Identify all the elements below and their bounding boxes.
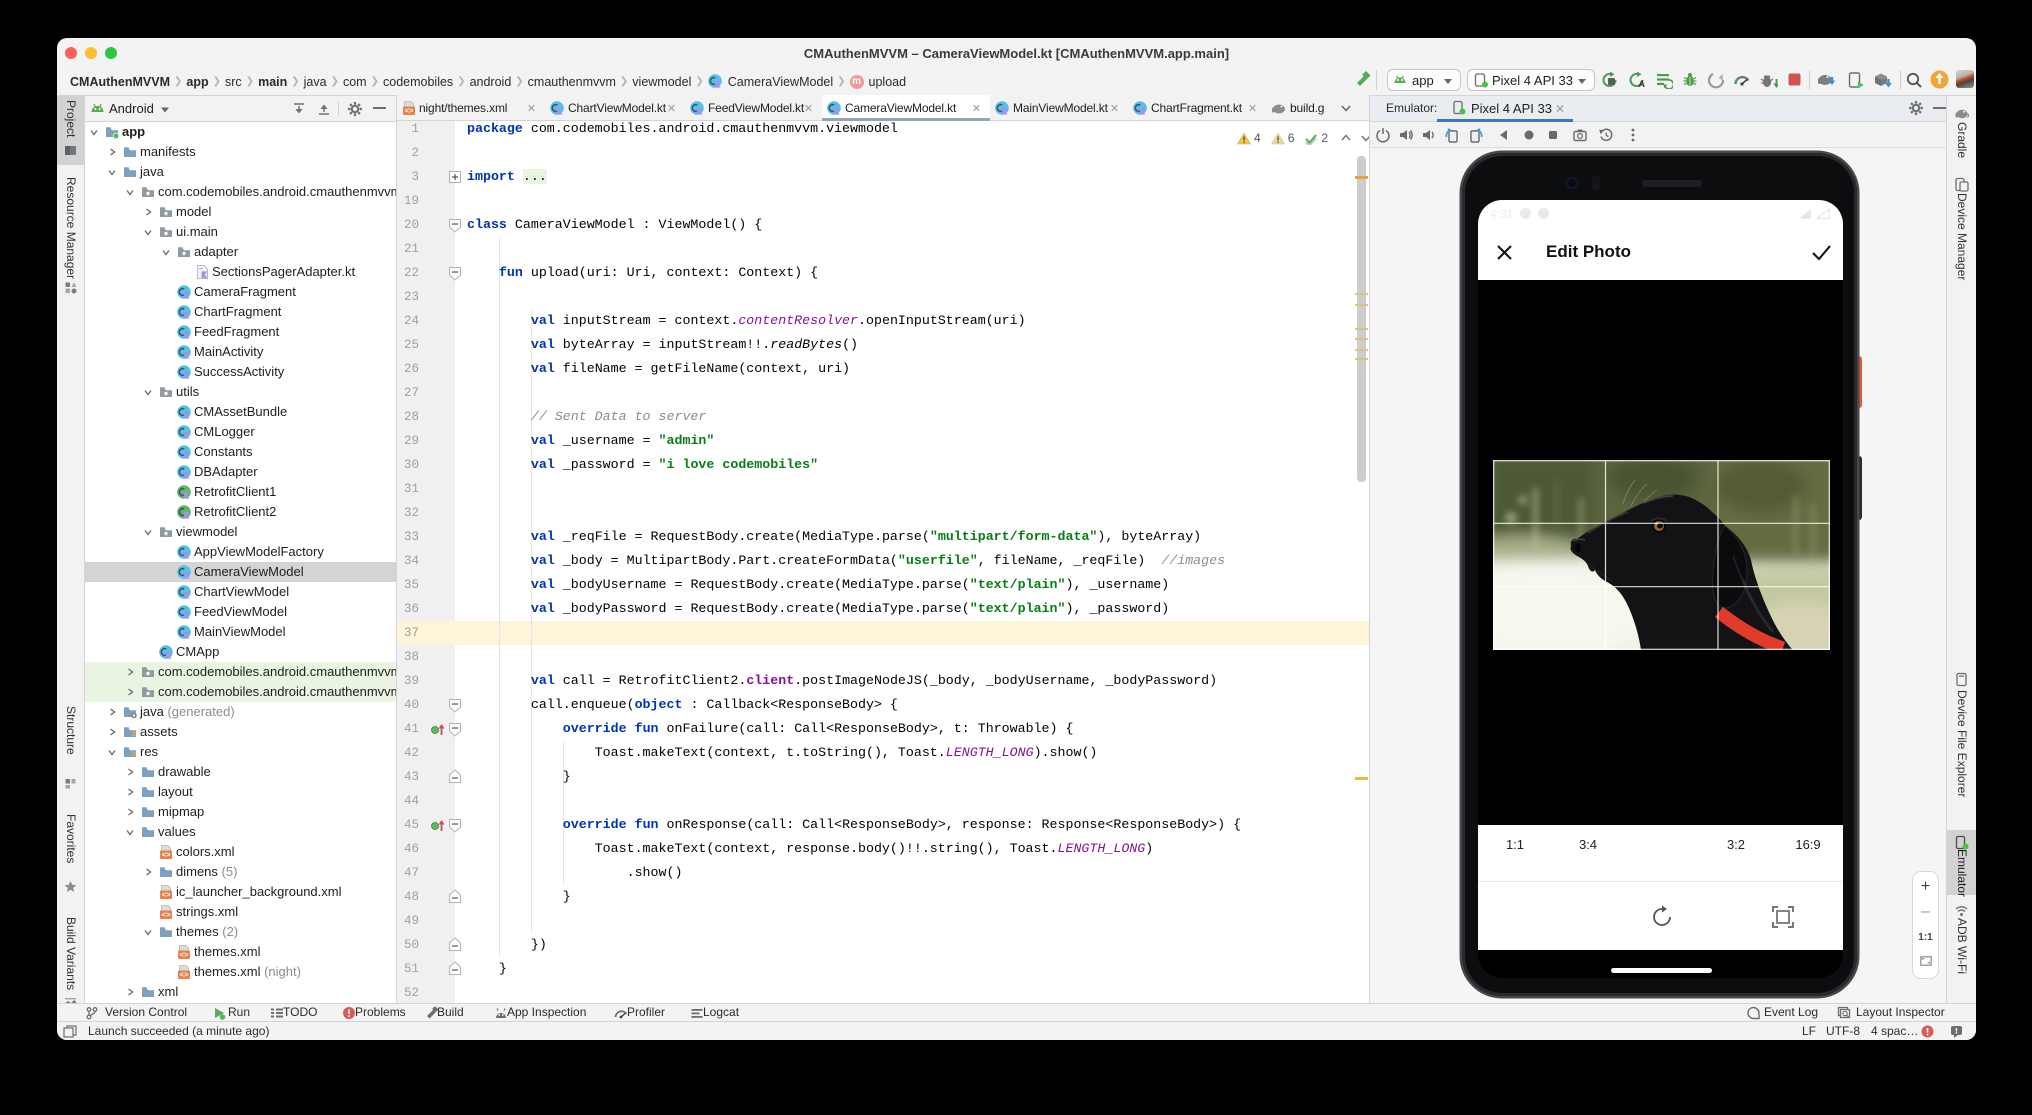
svg-text:<>: <> xyxy=(161,892,171,899)
svg-text:<>: <> xyxy=(161,912,171,919)
svg-text:<>: <> xyxy=(179,952,189,959)
svg-text:A: A xyxy=(1639,79,1646,89)
svg-text:<>: <> xyxy=(179,972,189,979)
svg-text:<>: <> xyxy=(161,852,171,859)
svg-text:<>: <> xyxy=(405,108,414,115)
